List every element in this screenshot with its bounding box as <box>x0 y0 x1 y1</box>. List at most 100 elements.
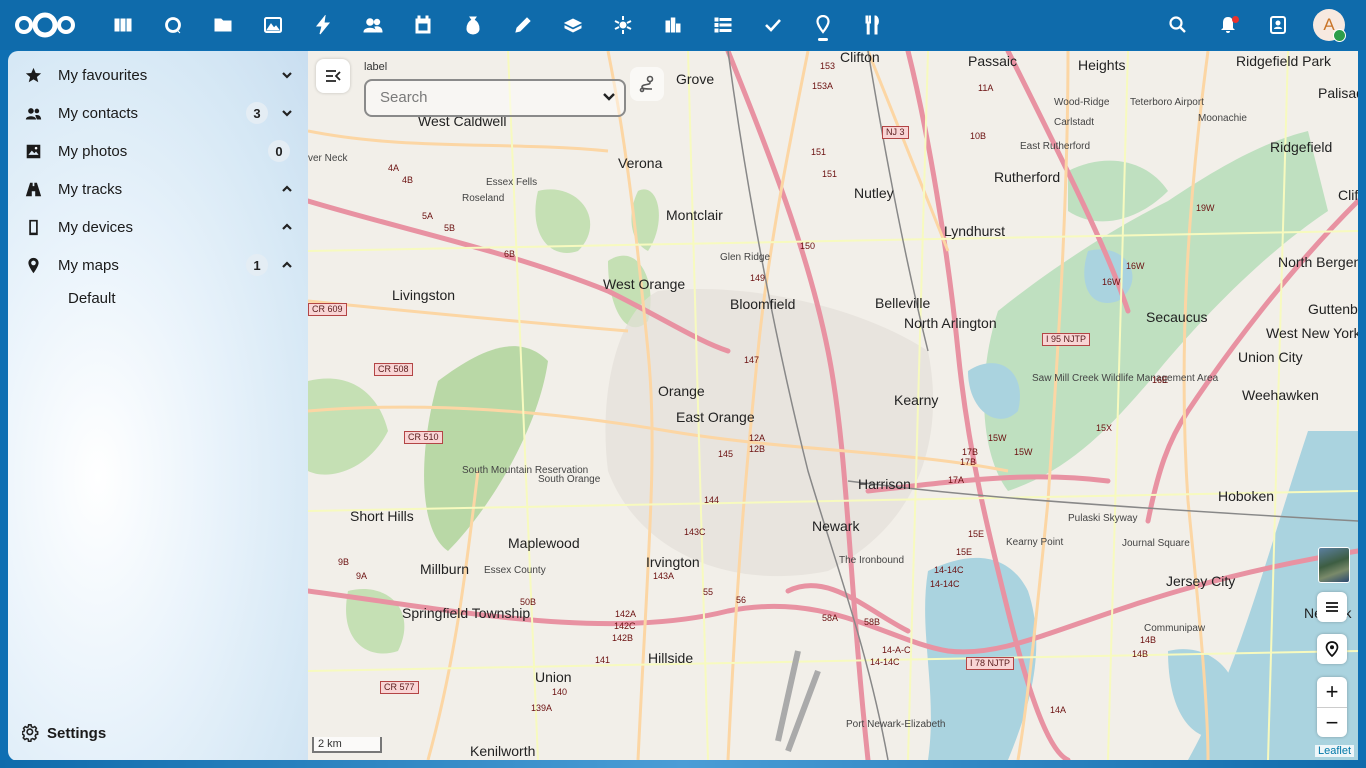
exit-number-label: 5B <box>444 223 456 233</box>
money-icon[interactable] <box>460 12 486 38</box>
exit-number-label: 12A <box>749 433 766 443</box>
contacts-icon <box>24 104 42 122</box>
chevron-down-icon[interactable] <box>278 104 296 122</box>
notes-icon[interactable] <box>510 12 536 38</box>
contacts-menu-icon[interactable] <box>1265 12 1291 38</box>
cookbook-icon[interactable] <box>860 12 886 38</box>
scale-bar: 2 km <box>312 737 382 753</box>
nextcloud-logo[interactable] <box>14 12 76 38</box>
zoom-in-button[interactable]: + <box>1317 677 1347 707</box>
activity-icon[interactable] <box>310 12 336 38</box>
route-shield: CR 508 <box>374 363 413 376</box>
place-label: Lyndhurst <box>944 223 1005 239</box>
exit-number-label: 140 <box>552 687 568 697</box>
dashboard-icon[interactable] <box>110 12 136 38</box>
routing-button[interactable] <box>630 67 664 101</box>
checks-icon[interactable] <box>760 12 786 38</box>
sidebar-item-label: My favourites <box>58 66 148 84</box>
place-label: Kearny Point <box>1006 537 1064 548</box>
unified-search-icon[interactable] <box>1165 12 1191 38</box>
exit-number-label: 16W <box>1102 277 1121 287</box>
calendar-icon[interactable] <box>410 12 436 38</box>
contacts-icon[interactable] <box>360 12 386 38</box>
files-icon[interactable] <box>210 12 236 38</box>
sidebar-item-label: My devices <box>58 218 134 236</box>
map-item-default[interactable]: Default <box>68 290 116 307</box>
exit-number-label: 12B <box>749 444 766 454</box>
exit-number-label: 17A <box>948 475 965 485</box>
chevron-up-icon[interactable] <box>278 180 296 198</box>
notification-badge <box>1232 16 1239 23</box>
sidebar-item-my-tracks[interactable]: My tracks <box>16 172 300 206</box>
settings-button[interactable]: Settings <box>22 724 106 742</box>
layers-button[interactable] <box>1317 592 1347 622</box>
exit-number-label: 14B <box>1132 649 1149 659</box>
exit-number-label: 16E <box>1152 375 1169 385</box>
place-label: Saw Mill Creek Wildlife Management Area <box>1032 373 1219 384</box>
route-shield: CR 577 <box>380 681 419 694</box>
exit-number-label: 153 <box>820 61 836 71</box>
sidebar-item-my-devices[interactable]: My devices <box>16 210 300 244</box>
sidebar-item-label: My maps <box>58 256 119 274</box>
place-label: Belleville <box>875 295 931 311</box>
exit-number-label: 4A <box>388 163 400 173</box>
star-icon <box>24 66 42 84</box>
place-label: West Orange <box>603 276 686 292</box>
tasks-icon[interactable] <box>710 12 736 38</box>
exit-number-label: 58B <box>864 617 881 627</box>
place-label: Communipaw <box>1144 623 1206 634</box>
locate-button[interactable] <box>1317 634 1347 664</box>
photos-icon[interactable] <box>260 12 286 38</box>
place-label: Journal Square <box>1122 538 1190 549</box>
device-icon <box>24 218 42 236</box>
deck-icon[interactable] <box>560 12 586 38</box>
exit-number-label: 9A <box>356 571 368 581</box>
analytics-icon[interactable] <box>660 12 686 38</box>
place-label: Secaucus <box>1146 309 1208 325</box>
tracks-icon <box>24 180 42 198</box>
chevron-up-icon[interactable] <box>278 256 296 274</box>
satellite-layer-thumbnail[interactable] <box>1318 547 1350 583</box>
exit-number-label: 58A <box>822 613 839 623</box>
exit-number-label: 16W <box>1126 261 1145 271</box>
exit-number-label: 149 <box>750 273 766 283</box>
top-bar: A <box>0 0 1366 50</box>
exit-number-label: 4B <box>402 175 414 185</box>
route-shield: I 78 NJTP <box>966 657 1015 670</box>
place-label: South Orange <box>538 474 601 485</box>
place-label: Passaic <box>968 53 1018 69</box>
place-label: Essex Fells <box>486 177 538 188</box>
navigation-toggle-button[interactable] <box>316 59 350 93</box>
place-label: Teterboro Airport <box>1130 97 1204 108</box>
cospend-icon[interactable] <box>610 12 636 38</box>
sidebar-item-label: My contacts <box>58 104 139 122</box>
sidebar-item-my-maps[interactable]: My maps 1 <box>16 248 300 282</box>
place-label: The Ironbound <box>839 555 905 566</box>
place-label: East Orange <box>676 409 755 425</box>
chevron-up-icon[interactable] <box>278 218 296 236</box>
sidebar-item-my-photos[interactable]: My photos 0 <box>16 134 300 168</box>
map-canvas[interactable]: Passaic Heights Ridgefield Park Palisades Wo… <box>308 51 1358 760</box>
sidebar-item-my-favourites[interactable]: My favourites <box>16 58 300 92</box>
chevron-down-icon[interactable] <box>278 66 296 84</box>
exit-number-label: 15E <box>956 547 973 557</box>
zoom-out-button[interactable]: − <box>1317 707 1347 738</box>
sidebar-item-label: My tracks <box>58 180 123 198</box>
place-label: Orange <box>658 383 705 399</box>
sidebar-item-my-contacts[interactable]: My contacts 3 <box>16 96 300 130</box>
chevron-down-icon[interactable] <box>602 90 616 104</box>
place-label: East Rutherford <box>1020 141 1091 152</box>
talk-icon[interactable] <box>160 12 186 38</box>
map-pin-icon <box>24 256 42 274</box>
place-label: Heights <box>1078 57 1126 73</box>
place-label: Union <box>535 669 572 685</box>
location-pin-icon <box>1325 641 1339 657</box>
exit-number-label: 153A <box>812 81 834 91</box>
active-app-indicator <box>818 38 828 41</box>
place-label: Kenilworth <box>470 743 536 759</box>
search-input[interactable] <box>378 81 592 113</box>
search-field[interactable] <box>364 79 626 117</box>
leaflet-attribution[interactable]: Leaflet <box>1314 745 1354 757</box>
maps-icon[interactable] <box>810 12 836 38</box>
place-label: Verona <box>618 155 663 171</box>
